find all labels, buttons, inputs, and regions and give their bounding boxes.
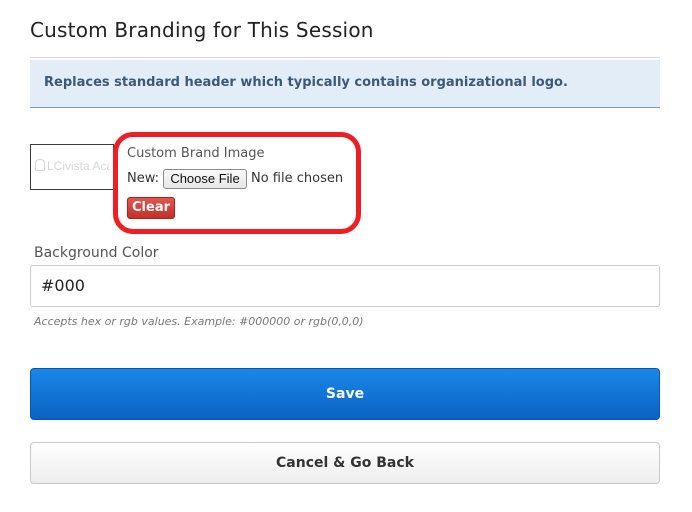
brand-logo-preview: LCivista Academ xyxy=(35,159,109,177)
info-banner-text: Replaces standard header which typically… xyxy=(44,75,568,90)
background-color-hint: Accepts hex or rgb values. Example: #000… xyxy=(34,315,364,328)
info-banner: Replaces standard header which typically… xyxy=(30,60,660,108)
page-title: Custom Branding for This Session xyxy=(30,18,374,42)
file-status-text: No file chosen xyxy=(251,171,344,186)
title-divider xyxy=(30,57,660,58)
brand-logo-preview-text: LCivista Academ xyxy=(47,159,109,173)
choose-file-button[interactable]: Choose File xyxy=(163,169,247,189)
logo-mark-icon xyxy=(35,159,45,171)
cancel-go-back-button[interactable]: Cancel & Go Back xyxy=(30,442,660,484)
save-button[interactable]: Save xyxy=(30,368,660,420)
new-file-label: New: xyxy=(127,171,160,186)
background-color-label: Background Color xyxy=(34,245,159,261)
brand-image-label: Custom Brand Image xyxy=(127,146,265,161)
background-color-input[interactable]: #000 xyxy=(30,265,660,307)
brand-image-thumbnail: LCivista Academ xyxy=(30,144,114,190)
custom-branding-panel: Custom Branding for This Session Replace… xyxy=(0,0,692,512)
clear-button[interactable]: Clear xyxy=(127,197,175,219)
